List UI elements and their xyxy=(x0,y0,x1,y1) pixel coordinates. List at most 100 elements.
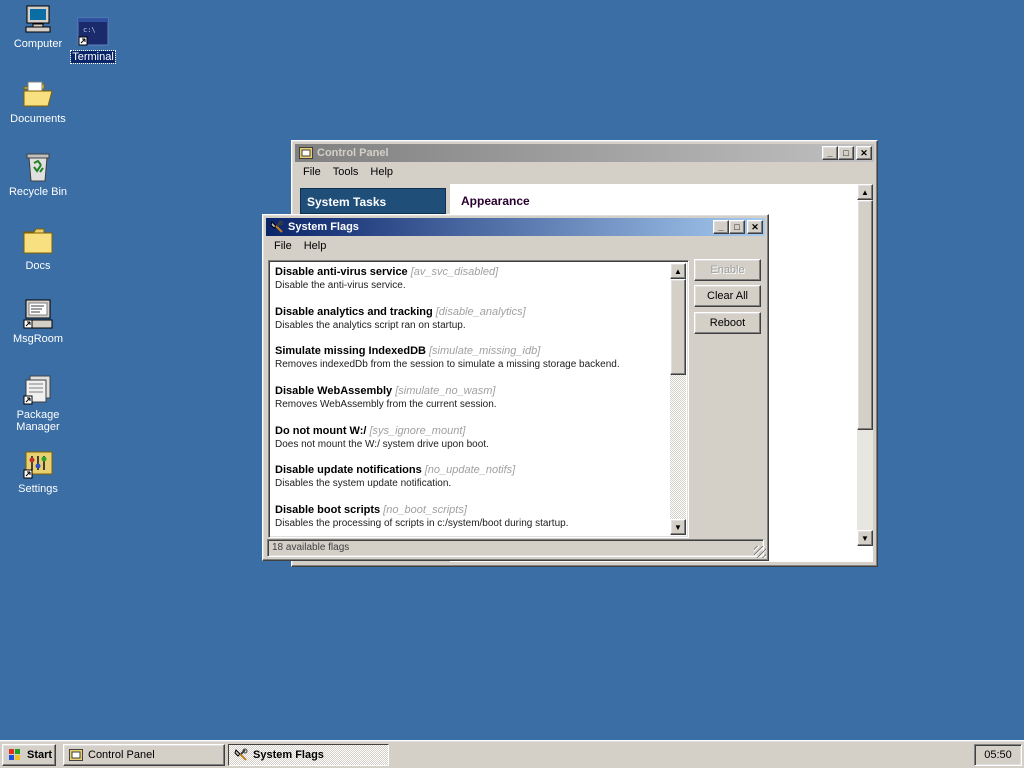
svg-text:c:\: c:\ xyxy=(83,26,96,34)
flag-name: Disable analytics and tracking xyxy=(275,305,433,318)
maximize-icon: □ xyxy=(734,221,740,232)
start-icon xyxy=(7,747,23,763)
system-flags-icon xyxy=(269,219,285,235)
desktop-icon-settings[interactable]: Settings xyxy=(0,447,76,495)
desktop-icon-package-manager[interactable]: Package Manager xyxy=(0,373,76,433)
flags-list-content: Disable anti-virus service [av_svc_disabl… xyxy=(271,263,668,535)
close-icon: ✕ xyxy=(860,147,868,158)
package-icon xyxy=(21,373,55,407)
desktop-icon-label: Package Manager xyxy=(16,409,60,433)
vertical-scrollbar[interactable]: ▲ ▼ xyxy=(670,263,686,535)
clock[interactable]: 05:50 xyxy=(984,749,1012,761)
menu-file[interactable]: File xyxy=(268,240,298,252)
control-panel-titlebar[interactable]: Control Panel _ □ ✕ xyxy=(295,144,874,162)
list-item[interactable]: Disable update notifications [no_update_n… xyxy=(271,461,668,501)
minimize-button[interactable]: _ xyxy=(713,220,729,234)
control-panel-icon xyxy=(68,747,84,763)
desktop-icon-terminal[interactable]: c:\ Terminal xyxy=(55,15,131,64)
window-title: System Flags xyxy=(288,221,359,233)
list-item[interactable]: Disable analytics and tracking [disable_a… xyxy=(271,303,668,343)
close-icon: ✕ xyxy=(751,221,759,232)
enable-button[interactable]: Enable xyxy=(694,259,761,281)
status-text: 18 available flags xyxy=(272,542,350,553)
list-item[interactable]: Disable boot scripts [no_boot_scripts] Di… xyxy=(271,501,668,535)
desktop-icon-label: Terminal xyxy=(70,50,116,64)
scroll-down-button[interactable]: ▼ xyxy=(670,519,686,535)
flag-description: Does not mount the W:/ system drive upon… xyxy=(275,438,489,450)
minimize-button[interactable]: _ xyxy=(822,146,838,160)
control-panel-icon xyxy=(298,145,314,161)
arrow-up-icon: ▲ xyxy=(861,187,869,197)
system-tasks-header[interactable]: System Tasks xyxy=(300,188,446,214)
scroll-up-button[interactable]: ▲ xyxy=(670,263,686,279)
reboot-button[interactable]: Reboot xyxy=(694,312,761,334)
menubar: File Tools Help xyxy=(295,162,874,181)
folder-open-icon xyxy=(21,77,55,111)
desktop-icon-label: Docs xyxy=(25,260,51,272)
minimize-icon: _ xyxy=(718,221,724,232)
flag-description: Removes indexedDb from the session to si… xyxy=(275,359,620,371)
flags-list[interactable]: Disable anti-virus service [av_svc_disabl… xyxy=(268,260,689,538)
scroll-thumb[interactable] xyxy=(857,200,873,430)
folder-icon xyxy=(21,224,55,258)
menu-tools[interactable]: Tools xyxy=(327,166,365,178)
section-title: Appearance xyxy=(461,194,530,208)
list-item[interactable]: Do not mount W:/[sys_ignore_mount] Does … xyxy=(271,422,668,462)
desktop-icon-msgroom[interactable]: MsgRoom xyxy=(0,297,76,345)
desktop-icon-docs[interactable]: Docs xyxy=(0,224,76,272)
settings-icon xyxy=(21,447,55,481)
close-button[interactable]: ✕ xyxy=(747,220,763,234)
vertical-scrollbar[interactable]: ▲ ▼ xyxy=(857,184,873,546)
start-label: Start xyxy=(27,749,53,761)
flag-name: Simulate missing IndexedDB xyxy=(275,345,426,358)
menu-help[interactable]: Help xyxy=(298,240,333,252)
flag-description: Disables the system update notification. xyxy=(275,478,452,490)
window-title: Control Panel xyxy=(317,147,389,159)
minimize-icon: _ xyxy=(827,147,833,158)
flag-name: Disable anti-virus service xyxy=(275,266,408,278)
desktop-icon-documents[interactable]: Documents xyxy=(0,77,76,125)
flag-description: Disables the processing of scripts in c:… xyxy=(275,518,569,530)
maximize-button[interactable]: □ xyxy=(838,146,854,160)
flag-description: Removes WebAssembly from the current ses… xyxy=(275,399,497,411)
clear-all-button[interactable]: Clear All xyxy=(694,285,761,307)
maximize-icon: □ xyxy=(843,147,849,158)
msgroom-icon xyxy=(21,297,55,331)
flag-key: [simulate_missing_idb] xyxy=(428,345,541,358)
terminal-icon: c:\ xyxy=(76,15,110,49)
system-flags-titlebar[interactable]: System Flags _ □ ✕ xyxy=(266,218,765,236)
list-item[interactable]: Disable WebAssembly [simulate_no_wasm] Re… xyxy=(271,382,668,422)
flag-key: [disable_analytics] xyxy=(435,305,526,318)
scroll-down-button[interactable]: ▼ xyxy=(857,530,873,546)
desktop-icon-recycle-bin[interactable]: Recycle Bin xyxy=(0,150,76,198)
flag-key: [simulate_no_wasm] xyxy=(395,385,496,398)
list-item[interactable]: Simulate missing IndexedDB [simulate_miss… xyxy=(271,342,668,382)
list-item[interactable]: Disable anti-virus service [av_svc_disabl… xyxy=(271,263,668,303)
scroll-up-button[interactable]: ▲ xyxy=(857,184,873,200)
menubar: File Help xyxy=(266,236,765,255)
status-bar: 18 available flags xyxy=(267,539,764,557)
flag-name: Disable WebAssembly xyxy=(275,385,393,398)
maximize-button[interactable]: □ xyxy=(729,220,745,234)
flag-key: [no_update_notifs] xyxy=(424,464,516,477)
flag-key: [no_boot_scripts] xyxy=(383,504,467,517)
desktop-icon-label: Documents xyxy=(10,113,66,125)
taskbar-item-control-panel[interactable]: Control Panel xyxy=(63,744,225,766)
system-flags-window[interactable]: System Flags _ □ ✕ File Help Disable ant… xyxy=(262,214,769,561)
resize-grip-icon[interactable] xyxy=(754,546,766,558)
flag-key: [av_svc_disabled] xyxy=(410,266,499,278)
scroll-thumb[interactable] xyxy=(670,279,686,375)
desktop-icon-label: Recycle Bin xyxy=(8,186,68,198)
system-tray: 05:50 xyxy=(974,744,1022,766)
taskbar: Start Control Panel System Flags 05:50 xyxy=(0,740,1024,768)
taskbar-item-system-flags[interactable]: System Flags xyxy=(228,744,389,766)
close-button[interactable]: ✕ xyxy=(856,146,872,160)
menu-file[interactable]: File xyxy=(297,166,327,178)
flag-name: Do not mount W:/ xyxy=(275,424,367,437)
start-button[interactable]: Start xyxy=(2,744,56,766)
menu-help[interactable]: Help xyxy=(364,166,399,178)
system-flags-icon xyxy=(233,747,249,763)
computer-icon xyxy=(21,2,55,36)
flag-description: Disables the analytics script ran on sta… xyxy=(275,319,466,331)
flag-name: Disable boot scripts xyxy=(275,504,381,517)
